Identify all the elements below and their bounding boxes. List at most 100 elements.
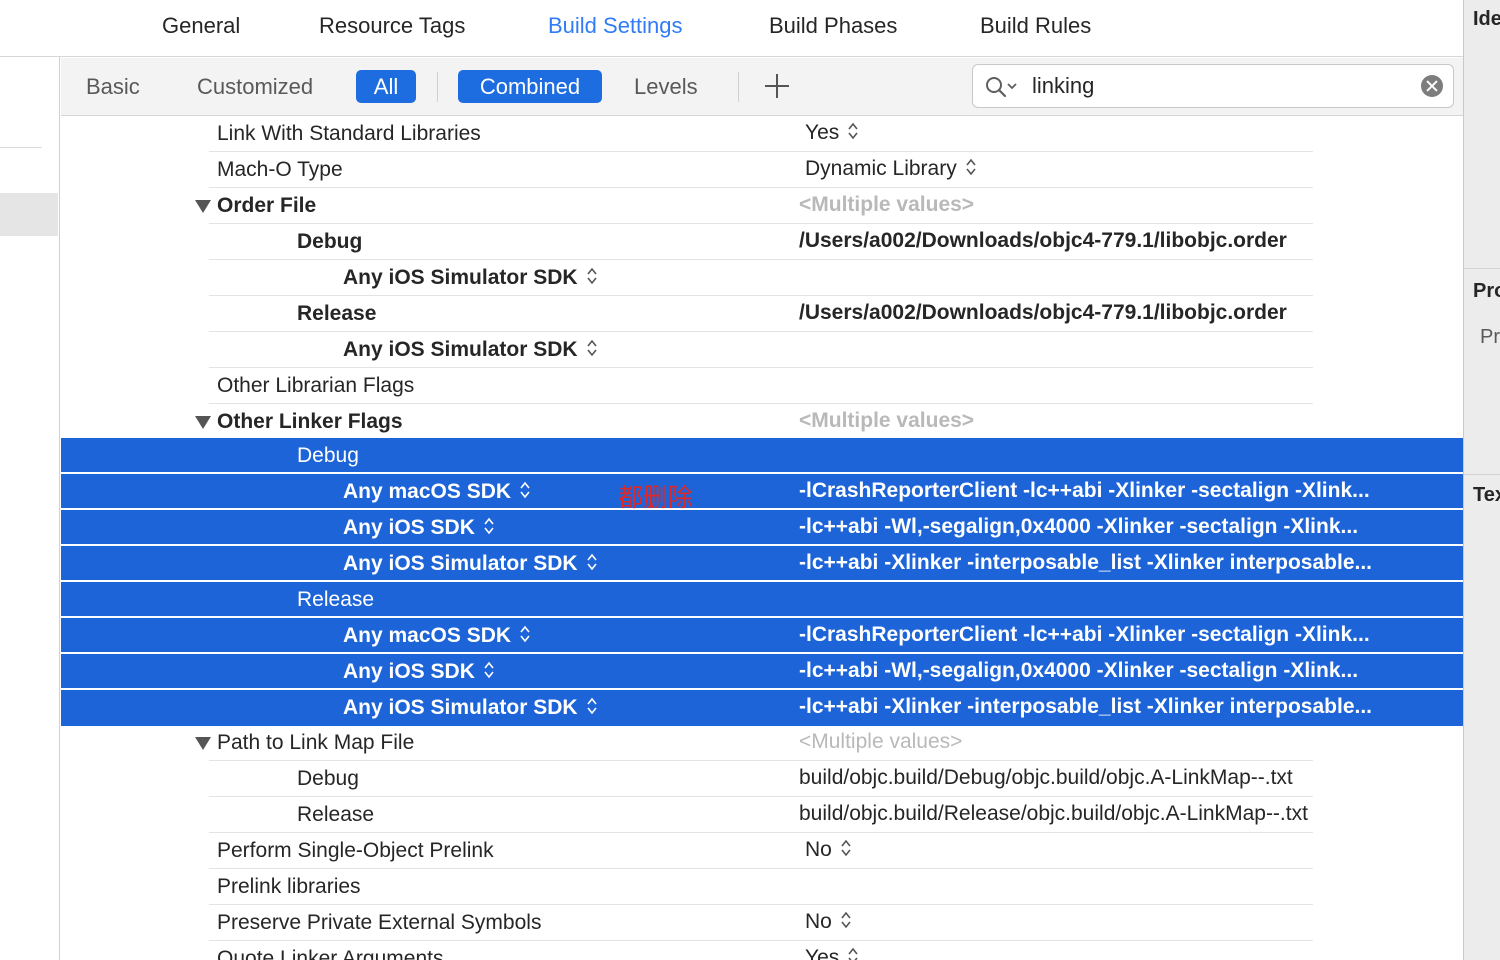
filter-all[interactable]: All xyxy=(356,70,416,103)
setting-label: Release xyxy=(297,302,377,325)
setting-label: Perform Single-Object Prelink xyxy=(217,839,494,862)
setting-row[interactable]: Release /Users/a002/Downloads/objc4-779.… xyxy=(61,296,1463,332)
setting-label-text: Any iOS Simulator SDK xyxy=(343,266,578,289)
stepper-icon[interactable] xyxy=(586,338,598,358)
filter-divider xyxy=(738,72,739,102)
setting-row[interactable]: Other Librarian Flags xyxy=(61,368,1463,404)
tab-build-settings[interactable]: Build Settings xyxy=(548,13,683,39)
search-icon[interactable] xyxy=(985,75,1019,99)
setting-value[interactable]: Yes xyxy=(805,946,859,960)
setting-row-selected[interactable]: Any iOS Simulator SDK -lc++abi -Xlinker … xyxy=(61,690,1463,726)
setting-value[interactable]: No xyxy=(805,910,852,934)
setting-value[interactable]: No xyxy=(805,838,852,862)
setting-row[interactable]: Any iOS Simulator SDK xyxy=(61,260,1463,296)
stepper-icon[interactable] xyxy=(586,696,598,716)
disclosure-triangle-icon[interactable] xyxy=(195,416,211,429)
setting-value[interactable]: Yes xyxy=(805,121,859,145)
setting-label: Preserve Private External Symbols xyxy=(217,911,542,934)
setting-label: Any iOS Simulator SDK xyxy=(343,338,598,362)
editor-tab-bar: General Resource Tags Build Settings Bui… xyxy=(0,0,1463,57)
setting-label: Mach-O Type xyxy=(217,158,343,181)
setting-row-selected[interactable]: Any iOS SDK -lc++abi -Wl,-segalign,0x400… xyxy=(61,510,1463,546)
setting-row[interactable]: Perform Single-Object Prelink No xyxy=(61,833,1463,869)
disclosure-triangle-icon[interactable] xyxy=(195,737,211,750)
stepper-icon[interactable] xyxy=(586,552,598,572)
setting-label: Debug xyxy=(297,230,363,253)
stepper-icon[interactable] xyxy=(847,946,859,960)
setting-row[interactable]: Preserve Private External Symbols No xyxy=(61,905,1463,941)
setting-group-other-linker-flags[interactable]: Other Linker Flags <Multiple values> xyxy=(61,404,1463,440)
filter-combined[interactable]: Combined xyxy=(458,70,602,103)
setting-label-text: Any iOS Simulator SDK xyxy=(343,696,578,719)
add-setting-icon[interactable] xyxy=(764,73,790,99)
setting-row-selected[interactable]: Release xyxy=(61,582,1463,618)
filter-levels[interactable]: Levels xyxy=(634,74,698,100)
tab-build-rules[interactable]: Build Rules xyxy=(980,13,1091,39)
setting-value[interactable]: -lCrashReporterClient -lc++abi -Xlinker … xyxy=(799,623,1370,647)
setting-value[interactable]: <Multiple values> xyxy=(799,193,974,217)
setting-row-selected[interactable]: Any iOS SDK -lc++abi -Wl,-segalign,0x400… xyxy=(61,654,1463,690)
setting-row[interactable]: Any iOS Simulator SDK xyxy=(61,332,1463,368)
inspector-identity-heading: Ide xyxy=(1473,8,1500,30)
setting-value[interactable]: <Multiple values> xyxy=(799,730,962,754)
stepper-icon[interactable] xyxy=(519,624,531,644)
setting-value[interactable]: build/objc.build/Debug/objc.build/objc.A… xyxy=(799,766,1293,790)
setting-row-selected[interactable]: Any iOS Simulator SDK -lc++abi -Xlinker … xyxy=(61,546,1463,582)
sidebar-selected-target[interactable] xyxy=(0,193,58,236)
setting-label: Quote Linker Arguments xyxy=(217,947,444,960)
setting-label: Any iOS SDK xyxy=(343,516,495,540)
setting-value[interactable]: -lc++abi -Xlinker -interposable_list -Xl… xyxy=(799,551,1372,575)
clear-search-icon[interactable] xyxy=(1421,75,1443,97)
setting-value[interactable]: Dynamic Library xyxy=(805,157,977,181)
search-input[interactable]: linking xyxy=(1032,73,1094,99)
filter-customized[interactable]: Customized xyxy=(197,74,313,100)
setting-label: Other Linker Flags xyxy=(217,410,403,433)
setting-label: Any macOS SDK xyxy=(343,480,531,504)
setting-value[interactable]: -lc++abi -Wl,-segalign,0x4000 -Xlinker -… xyxy=(799,515,1358,539)
tab-general[interactable]: General xyxy=(162,13,240,39)
stepper-icon[interactable] xyxy=(483,660,495,680)
stepper-icon[interactable] xyxy=(840,838,852,858)
setting-label-text: Any iOS Simulator SDK xyxy=(343,552,578,575)
build-settings-table: Link With Standard Libraries Yes Mach-O … xyxy=(61,116,1463,960)
stepper-icon[interactable] xyxy=(483,516,495,536)
stepper-icon[interactable] xyxy=(965,157,977,177)
setting-label: Link With Standard Libraries xyxy=(217,122,481,145)
setting-value[interactable]: /Users/a002/Downloads/objc4-779.1/libobj… xyxy=(799,301,1287,325)
setting-row[interactable]: Mach-O Type Dynamic Library xyxy=(61,152,1463,188)
setting-value[interactable]: -lc++abi -Wl,-segalign,0x4000 -Xlinker -… xyxy=(799,659,1358,683)
search-field[interactable]: linking xyxy=(972,64,1454,108)
stepper-icon[interactable] xyxy=(840,910,852,930)
setting-label: Any iOS Simulator SDK xyxy=(343,266,598,290)
setting-row-selected[interactable]: Any macOS SDK -lCrashReporterClient -lc+… xyxy=(61,474,1463,510)
setting-row[interactable]: Link With Standard Libraries Yes xyxy=(61,116,1463,152)
inspector-panel: Ide Pro Pr Tex xyxy=(1463,0,1500,960)
disclosure-triangle-icon[interactable] xyxy=(195,200,211,213)
setting-label-text: Any macOS SDK xyxy=(343,624,512,647)
setting-value[interactable]: -lCrashReporterClient -lc++abi -Xlinker … xyxy=(799,479,1370,503)
setting-label-text: Any iOS Simulator SDK xyxy=(343,338,578,361)
setting-label: Debug xyxy=(297,444,359,467)
setting-row[interactable]: Debug build/objc.build/Debug/objc.build/… xyxy=(61,761,1463,797)
setting-row[interactable]: Debug /Users/a002/Downloads/objc4-779.1/… xyxy=(61,224,1463,260)
setting-group-order-file[interactable]: Order File <Multiple values> xyxy=(61,188,1463,224)
setting-row[interactable]: Prelink libraries xyxy=(61,869,1463,905)
setting-label: Any iOS Simulator SDK xyxy=(343,552,598,576)
tab-resource-tags[interactable]: Resource Tags xyxy=(319,13,465,39)
setting-row-selected[interactable]: Debug xyxy=(61,438,1463,474)
setting-row[interactable]: Quote Linker Arguments Yes xyxy=(61,941,1463,960)
setting-label: Debug xyxy=(297,767,359,790)
inspector-project-heading: Pro xyxy=(1473,280,1500,302)
setting-row-selected[interactable]: Any macOS SDK -lCrashReporterClient -lc+… xyxy=(61,618,1463,654)
setting-value[interactable]: /Users/a002/Downloads/objc4-779.1/libobj… xyxy=(799,229,1287,253)
tab-build-phases[interactable]: Build Phases xyxy=(769,13,897,39)
setting-row[interactable]: Release build/objc.build/Release/objc.bu… xyxy=(61,797,1463,833)
stepper-icon[interactable] xyxy=(847,121,859,141)
filter-basic[interactable]: Basic xyxy=(86,74,140,100)
stepper-icon[interactable] xyxy=(586,266,598,286)
setting-value[interactable]: <Multiple values> xyxy=(799,409,974,433)
setting-value[interactable]: build/objc.build/Release/objc.build/objc… xyxy=(799,802,1308,826)
setting-group-link-map[interactable]: Path to Link Map File <Multiple values> xyxy=(61,725,1463,761)
setting-value[interactable]: -lc++abi -Xlinker -interposable_list -Xl… xyxy=(799,695,1372,719)
stepper-icon[interactable] xyxy=(519,480,531,500)
